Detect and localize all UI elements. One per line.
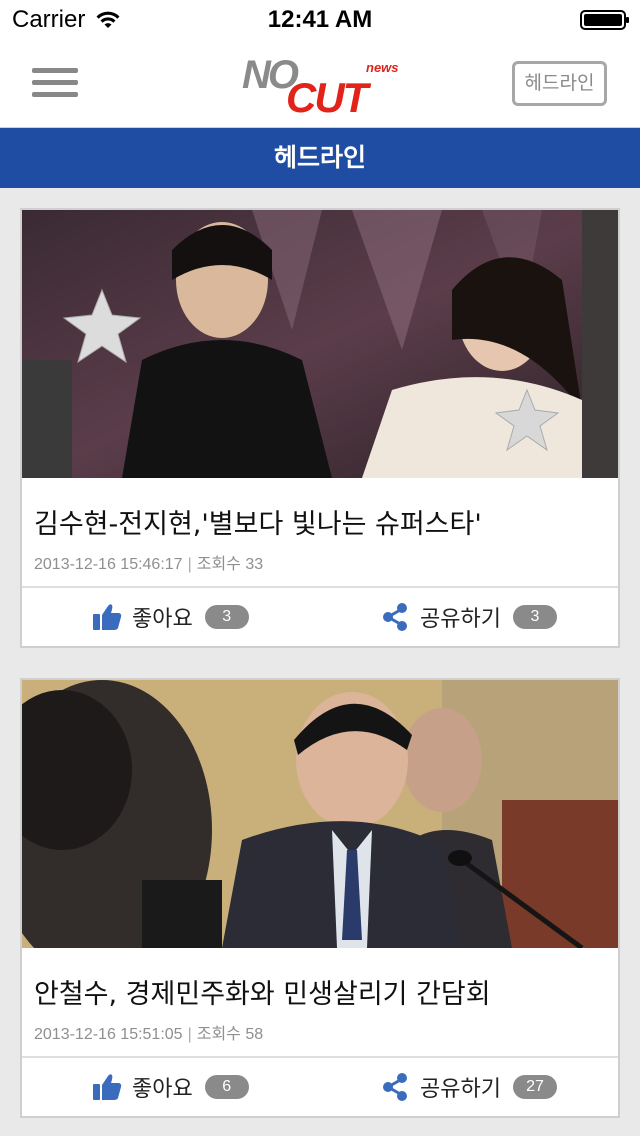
photo-man-speaking-at-microphone-icon: [22, 680, 618, 948]
article-actions: 좋아요 6 공유하기 27: [22, 1058, 618, 1116]
article-views: 조회수 58: [196, 1026, 264, 1043]
like-label: 좋아요: [132, 607, 193, 632]
nav-bar: NO news CUT 헤드라인: [0, 40, 640, 128]
status-bar: Carrier 12:41 AM: [0, 0, 640, 40]
headline-button[interactable]: 헤드라인: [512, 61, 607, 106]
article-meta: 2013-12-16 15:46:17 | 조회수 33: [34, 550, 263, 574]
meta-separator: |: [187, 556, 192, 573]
article-date: 2013-12-16 15:46:17: [34, 556, 183, 573]
meta-separator: |: [187, 1026, 192, 1043]
share-count-badge: 3: [512, 605, 557, 629]
hamburger-icon-bar: [32, 92, 78, 97]
article-actions: 좋아요 3 공유하기 3: [22, 588, 618, 646]
like-label: 좋아요: [132, 1077, 193, 1102]
share-button[interactable]: 공유하기 27: [380, 1058, 557, 1116]
logo-text-cut: CUT: [286, 74, 372, 116]
like-button[interactable]: 좋아요 3: [92, 588, 249, 646]
article-title[interactable]: 김수현-전지현,'별보다 빛나는 슈퍼스타': [34, 502, 610, 541]
menu-button[interactable]: [32, 66, 78, 100]
logo-text-news: news: [366, 60, 399, 75]
share-icon: [383, 603, 407, 631]
thumbs-up-icon: [93, 1074, 122, 1100]
article-views: 조회수 33: [196, 556, 264, 573]
article-card[interactable]: 안철수, 경제민주화와 민생살리기 간담회 2013-12-16 15:51:0…: [20, 678, 620, 1118]
article-date: 2013-12-16 15:51:05: [34, 1026, 183, 1043]
article-title[interactable]: 안철수, 경제민주화와 민생살리기 간담회: [34, 972, 610, 1011]
battery-icon: [580, 10, 629, 30]
clock: 12:41 AM: [267, 6, 373, 33]
photo-two-people-holding-stars-icon: [22, 210, 618, 478]
hamburger-icon-bar: [32, 68, 78, 73]
like-count-badge: 3: [204, 605, 249, 629]
article-card[interactable]: 김수현-전지현,'별보다 빛나는 슈퍼스타' 2013-12-16 15:46:…: [20, 208, 620, 648]
hamburger-icon-bar: [32, 80, 78, 85]
like-button[interactable]: 좋아요 6: [92, 1058, 249, 1116]
share-icon: [383, 1073, 407, 1101]
share-label: 공유하기: [420, 607, 501, 632]
section-title: 헤드라인: [0, 128, 640, 188]
thumbs-up-icon: [93, 604, 122, 630]
share-button[interactable]: 공유하기 3: [380, 588, 557, 646]
article-image[interactable]: [22, 210, 618, 478]
like-count-badge: 6: [204, 1075, 249, 1099]
share-count-badge: 27: [512, 1075, 557, 1099]
article-meta: 2013-12-16 15:51:05 | 조회수 58: [34, 1020, 263, 1044]
nocut-news-logo: NO news CUT: [242, 53, 399, 116]
share-label: 공유하기: [420, 1077, 501, 1102]
article-image[interactable]: [22, 680, 618, 948]
